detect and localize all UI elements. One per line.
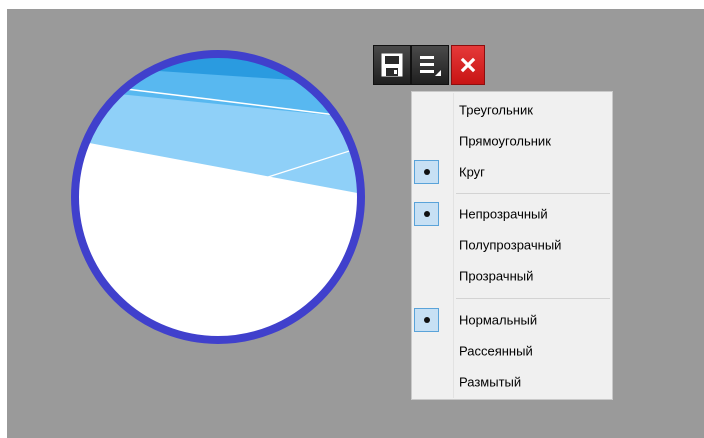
menu-item-normal[interactable]: Нормальный [412,305,612,335]
close-button[interactable] [451,45,485,85]
menu-item-rectangle[interactable]: Прямоугольник [412,126,612,156]
menu-item-semitransparent[interactable]: Полупрозрачный [412,230,612,260]
save-button[interactable] [373,45,411,85]
close-x-icon [460,57,476,73]
context-menu: Треугольник Прямоугольник Круг Непрозрач… [411,91,613,400]
magnifier-preview[interactable] [68,47,368,347]
floppy-disk-icon [381,53,403,77]
menu-item-label: Нормальный [459,312,538,328]
menu-item-diffuse[interactable]: Рассеянный [412,336,612,366]
menu-button[interactable] [411,45,449,85]
menu-item-label: Прямоугольник [459,133,551,149]
menu-item-label: Размытый [459,374,522,390]
menu-item-triangle[interactable]: Треугольник [412,95,612,125]
menu-lines-icon [420,56,441,76]
menu-item-blurred[interactable]: Размытый [412,367,612,397]
menu-item-transparent[interactable]: Прозрачный [412,261,612,291]
check-indicator [414,202,439,226]
menu-separator [456,193,610,194]
menu-item-opaque[interactable]: Непрозрачный [412,199,612,229]
menu-separator [456,298,610,299]
check-indicator [414,308,439,332]
menu-item-label: Треугольник [459,102,533,118]
radio-dot-icon [423,169,430,175]
menu-item-label: Полупрозрачный [459,237,562,253]
menu-item-label: Непрозрачный [459,206,548,222]
check-indicator [414,160,439,184]
menu-item-label: Прозрачный [459,268,534,284]
radio-dot-icon [423,211,430,217]
menu-item-label: Рассеянный [459,343,533,359]
menu-item-label: Круг [459,164,485,180]
radio-dot-icon [423,317,430,323]
menu-item-circle[interactable]: Круг [412,157,612,187]
